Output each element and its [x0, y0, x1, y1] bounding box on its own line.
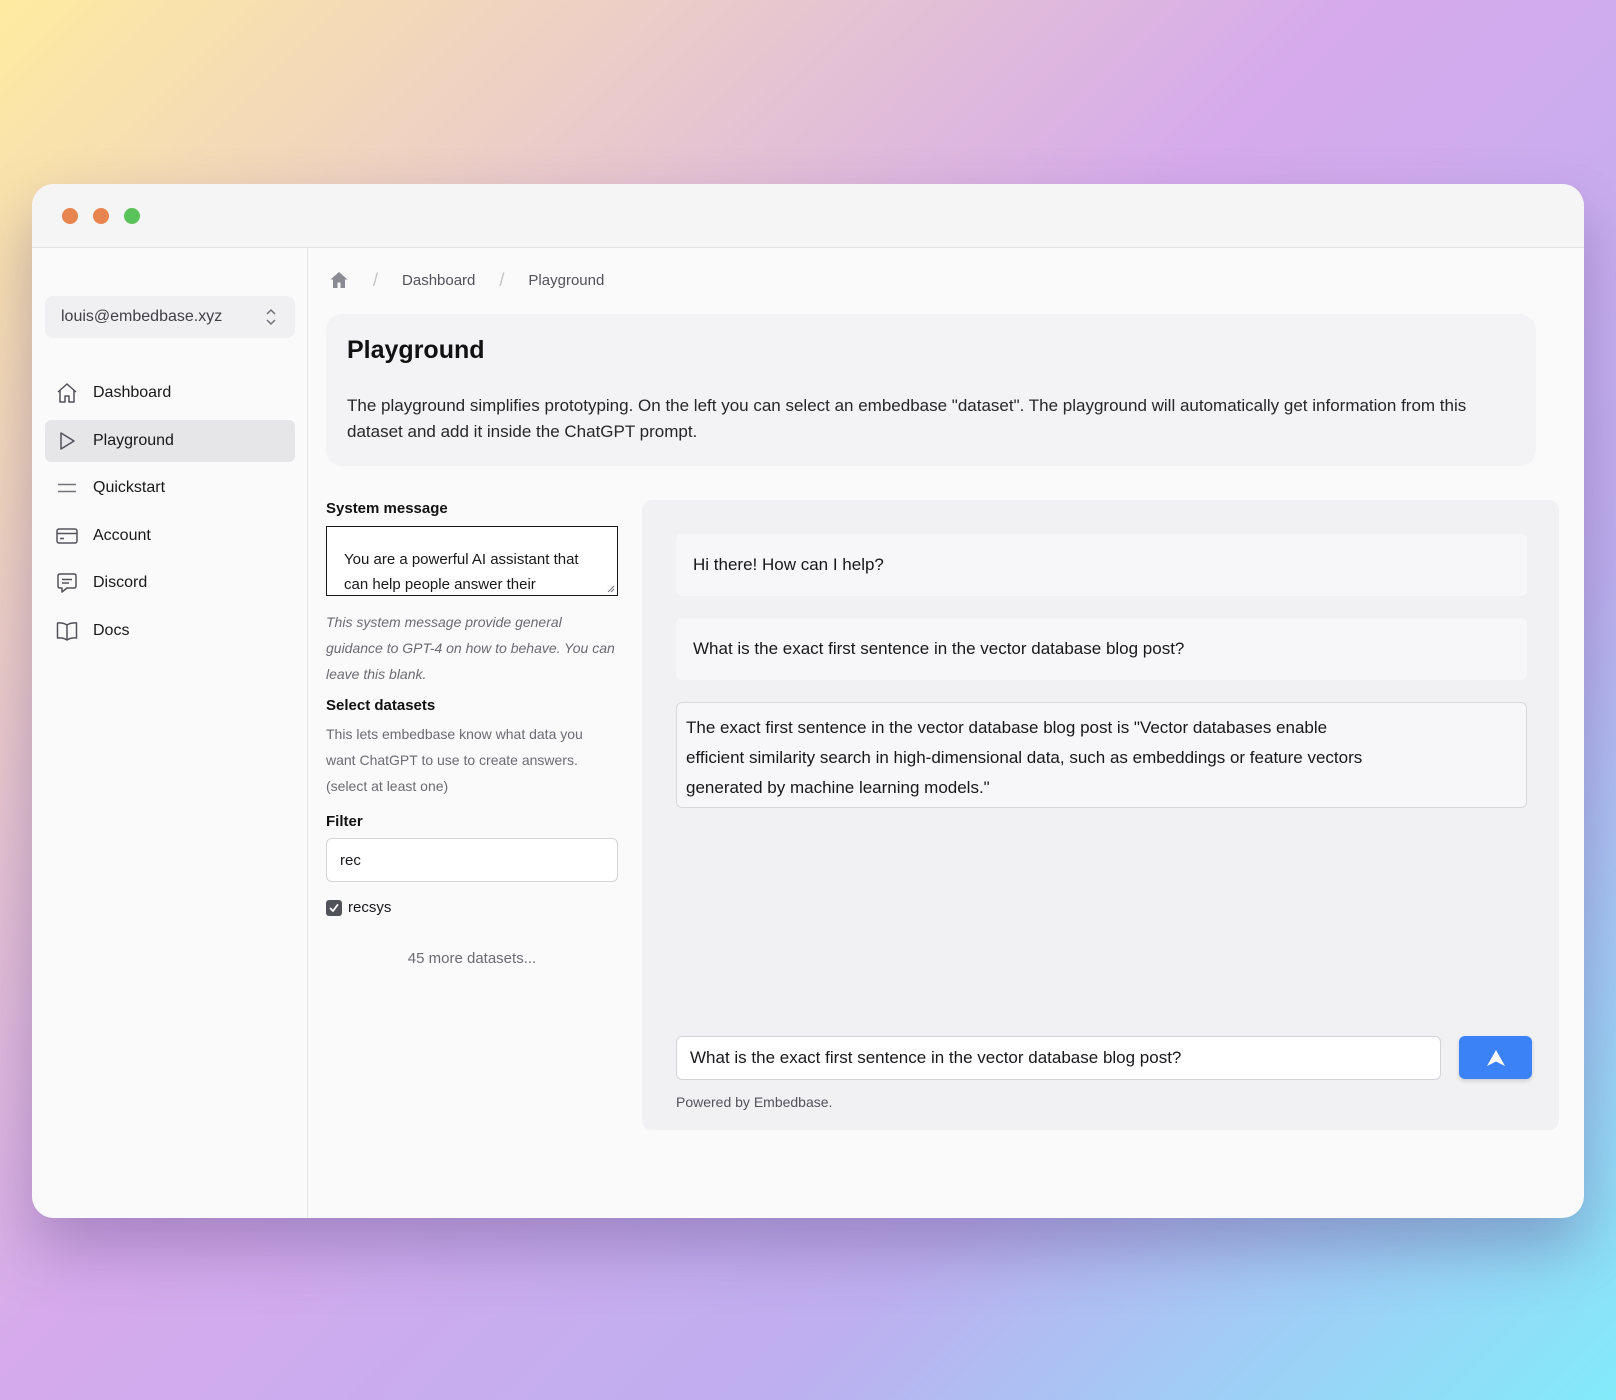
filter-input[interactable]: rec — [326, 838, 618, 882]
intro-card: Playground The playground simplifies pro… — [326, 314, 1536, 466]
filter-label: Filter — [326, 813, 363, 830]
book-icon — [56, 621, 78, 641]
title-bar — [32, 184, 1584, 248]
chat-bubble-icon — [57, 573, 77, 593]
sidebar-item-playground[interactable]: Playground — [45, 419, 295, 462]
dataset-option[interactable]: recsys — [326, 899, 618, 916]
app-window: louis@embedbase.xyz Dashboard Playground — [32, 184, 1584, 1218]
lines-icon — [58, 483, 76, 493]
sidebar-item-dashboard[interactable]: Dashboard — [45, 372, 295, 414]
message-text: Hi there! How can I help? — [693, 555, 884, 574]
minimize-window-button[interactable] — [93, 207, 109, 224]
system-message-label: System message — [326, 500, 448, 517]
select-datasets-label: Select datasets — [326, 697, 436, 714]
assistant-message: Hi there! How can I help? — [676, 534, 1527, 596]
message-text: The exact first sentence in the vector d… — [686, 713, 1362, 803]
sidebar-item-quickstart[interactable]: Quickstart — [45, 467, 295, 509]
sidebar-item-label: Discord — [93, 574, 148, 591]
account-selector[interactable]: louis@embedbase.xyz — [45, 296, 295, 338]
sidebar-item-account[interactable]: Account — [45, 515, 295, 557]
dataset-checkbox[interactable] — [326, 899, 342, 916]
message-line: generated by machine learning models." — [686, 778, 990, 797]
sidebar: louis@embedbase.xyz Dashboard Playground — [32, 248, 308, 1218]
sidebar-nav: Dashboard Playground Quickstart Account … — [45, 372, 295, 657]
breadcrumb-separator: / — [373, 269, 379, 290]
message-line: efficient similarity search in high-dime… — [686, 748, 1363, 767]
credit-card-icon — [56, 527, 78, 544]
powered-by-footer: Powered by Embedbase. — [676, 1094, 833, 1110]
account-email: louis@embedbase.xyz — [61, 308, 223, 325]
check-icon — [329, 903, 339, 912]
resize-handle-icon[interactable] — [605, 583, 615, 593]
chat-panel: Hi there! How can I help? What is the ex… — [642, 500, 1559, 1130]
sidebar-item-label: Account — [93, 526, 151, 544]
sidebar-item-discord[interactable]: Discord — [45, 562, 295, 604]
system-message-hint: This system message provide general guid… — [326, 614, 615, 682]
more-datasets-link[interactable]: 45 more datasets... — [326, 950, 618, 967]
assistant-message: The exact first sentence in the vector d… — [676, 702, 1527, 808]
zoom-window-button[interactable] — [124, 207, 140, 224]
dataset-option-label: recsys — [348, 899, 392, 916]
sidebar-item-label: Playground — [93, 431, 174, 449]
select-datasets-hint: This lets embedbase know what data you w… — [326, 726, 583, 794]
sidebar-item-docs[interactable]: Docs — [45, 610, 295, 652]
close-window-button[interactable] — [62, 207, 78, 224]
breadcrumb-playground[interactable]: Playground — [528, 272, 604, 289]
home-icon[interactable] — [329, 270, 349, 290]
sidebar-item-label: Dashboard — [93, 384, 172, 401]
play-icon — [60, 431, 75, 450]
breadcrumb: / Dashboard / Playground — [329, 268, 604, 292]
settings-panel: System message You are a powerful AI ass… — [326, 500, 618, 967]
sidebar-item-label: Docs — [93, 621, 130, 639]
message-line: The exact first sentence in the vector d… — [686, 718, 1328, 737]
chat-input-value: What is the exact first sentence in the … — [690, 1048, 1182, 1067]
filter-input-value: rec — [340, 851, 361, 869]
message-text: What is the exact first sentence in the … — [693, 639, 1185, 658]
sidebar-item-label: Quickstart — [93, 479, 166, 496]
breadcrumb-dashboard[interactable]: Dashboard — [402, 272, 475, 289]
user-message: What is the exact first sentence in the … — [676, 618, 1527, 680]
page-title: Playground — [347, 336, 485, 364]
breadcrumb-separator: / — [499, 269, 505, 290]
system-message-textarea[interactable]: You are a powerful AI assistant that can… — [326, 526, 618, 596]
send-button[interactable] — [1459, 1036, 1532, 1079]
chevron-up-down-icon — [266, 308, 276, 326]
page-description: The playground simplifies prototyping. O… — [347, 396, 1467, 441]
system-message-text: You are a powerful AI assistant that can… — [344, 551, 579, 593]
home-icon — [57, 383, 77, 403]
send-arrow-icon — [1486, 1049, 1505, 1066]
main-content: / Dashboard / Playground Playground The … — [309, 248, 1584, 1218]
chat-input[interactable]: What is the exact first sentence in the … — [676, 1036, 1441, 1080]
